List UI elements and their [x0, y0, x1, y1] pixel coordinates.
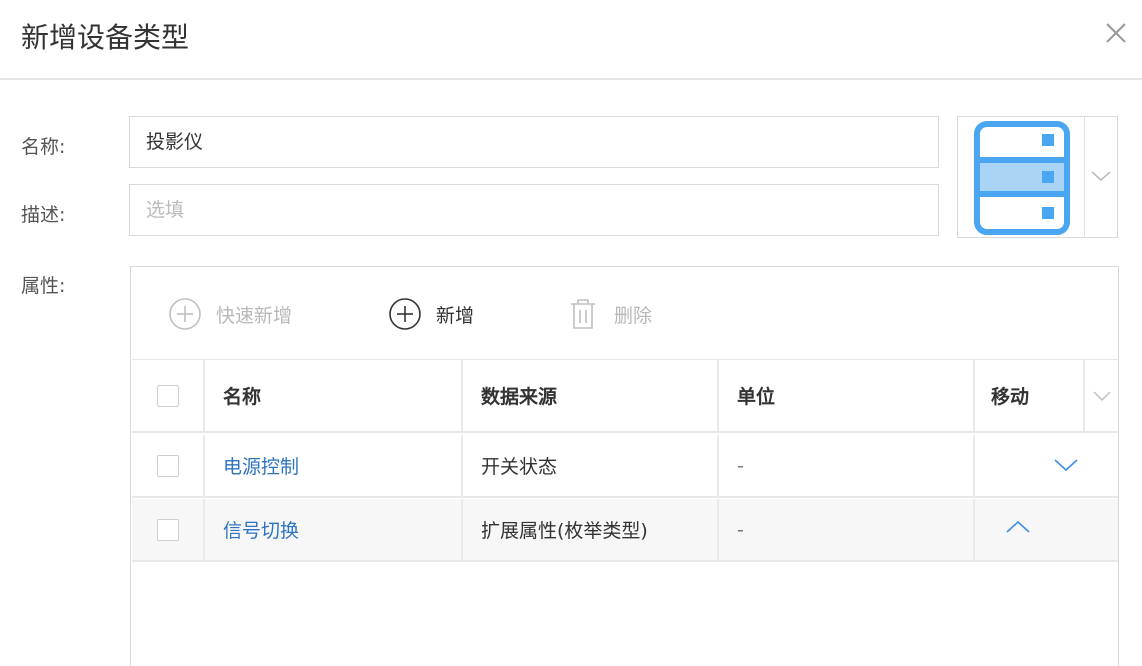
name-label: 名称: [21, 136, 66, 158]
row-unit-cell: - [719, 435, 975, 496]
row-move-cell [975, 435, 1118, 496]
move-up-icon[interactable] [1005, 519, 1031, 535]
delete-label: 删除 [614, 304, 653, 327]
row-source-cell: 扩展属性(枚举类型) [463, 499, 719, 560]
header-select-cell [132, 360, 205, 431]
name-input[interactable]: 投影仪 [129, 116, 939, 168]
server-icon [974, 121, 1070, 235]
row-move-cell [975, 499, 1118, 560]
chevron-down-icon[interactable] [1089, 169, 1113, 183]
row-select-cell [132, 435, 205, 496]
dialog-title: 新增设备类型 [21, 21, 190, 54]
select-all-checkbox[interactable] [156, 384, 179, 407]
chevron-down-icon [1093, 391, 1110, 401]
row-source-text: 开关状态 [481, 456, 558, 478]
header-name-text: 名称 [223, 386, 262, 408]
row-select-cell [132, 499, 205, 560]
plus-circle-icon [389, 298, 421, 330]
row-name-link[interactable]: 电源控制 [223, 452, 299, 479]
description-input[interactable]: 选填 [129, 184, 939, 236]
header-source[interactable]: 数据来源 [463, 360, 719, 431]
row-unit-text: - [737, 454, 744, 477]
dialog-header: 新增设备类型 [0, 0, 1142, 80]
column-menu-button[interactable] [1085, 360, 1118, 431]
header-name[interactable]: 名称 [205, 360, 463, 431]
move-down-icon[interactable] [1053, 457, 1079, 473]
header-source-text: 数据来源 [481, 386, 558, 408]
row-source-cell: 开关状态 [463, 435, 719, 496]
row-checkbox[interactable] [156, 518, 179, 541]
picker-divider [1084, 117, 1085, 237]
quick-add-label: 快速新增 [216, 304, 293, 327]
row-unit-cell: - [719, 499, 975, 560]
add-button[interactable]: 新增 [388, 297, 474, 331]
trash-icon [571, 299, 595, 329]
row-checkbox[interactable] [156, 454, 179, 477]
row-unit-text: - [737, 518, 744, 541]
add-label: 新增 [436, 304, 475, 327]
icon-picker[interactable] [957, 116, 1118, 238]
table-row: 信号切换 扩展属性(枚举类型) - [132, 499, 1118, 562]
description-label: 描述: [21, 204, 66, 226]
delete-button[interactable]: 删除 [566, 297, 652, 331]
attributes-label: 属性: [21, 275, 66, 297]
quick-add-button[interactable]: 快速新增 [168, 297, 292, 331]
header-unit-text: 单位 [737, 386, 776, 408]
row-name-cell: 电源控制 [205, 435, 463, 496]
table-row: 电源控制 开关状态 - [132, 435, 1118, 498]
row-source-text: 扩展属性(枚举类型) [481, 520, 648, 542]
row-name-link[interactable]: 信号切换 [223, 516, 299, 543]
plus-circle-icon [169, 298, 201, 330]
header-move[interactable]: 移动 [975, 360, 1085, 431]
header-unit[interactable]: 单位 [719, 360, 975, 431]
close-icon[interactable] [1101, 18, 1131, 48]
header-move-text: 移动 [991, 386, 1030, 408]
table-header: 名称 数据来源 单位 移动 [132, 359, 1118, 433]
row-name-cell: 信号切换 [205, 499, 463, 560]
